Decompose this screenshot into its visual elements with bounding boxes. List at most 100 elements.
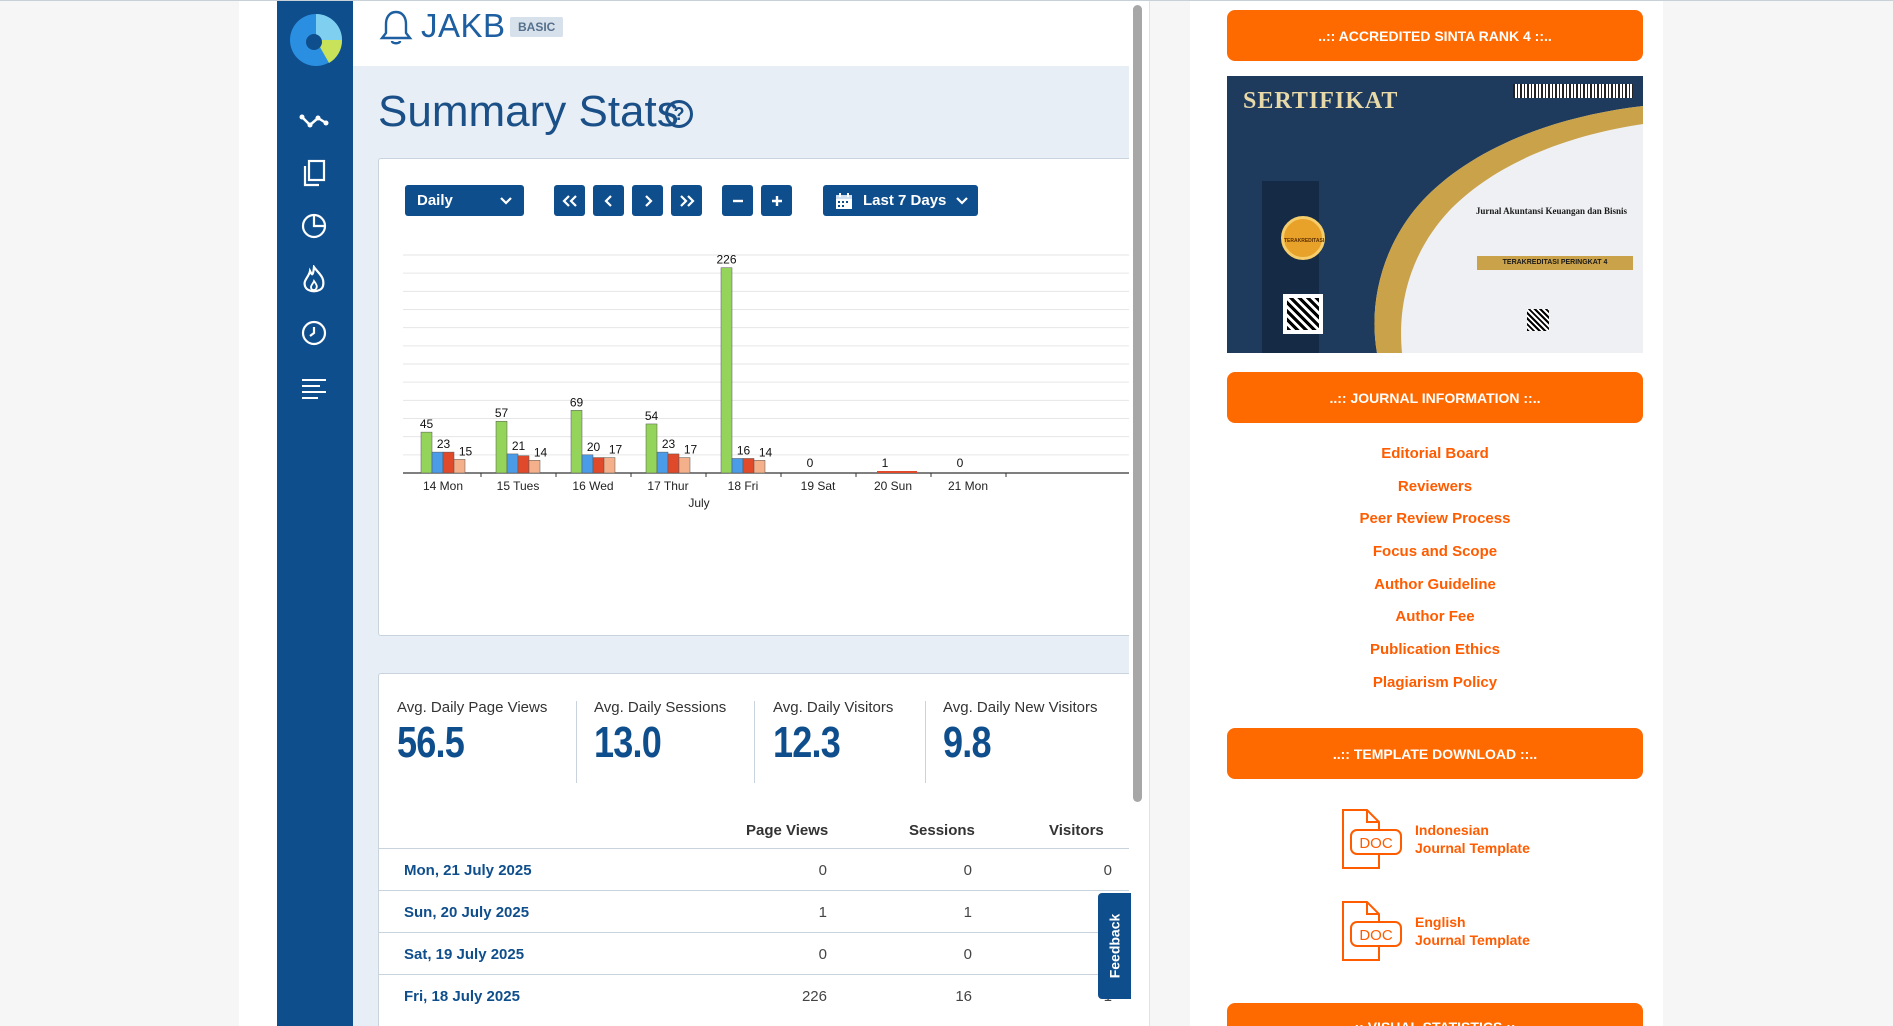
zoom-out-button[interactable]	[722, 185, 753, 216]
menu-lines-icon[interactable]	[297, 371, 331, 405]
minus-icon	[732, 199, 743, 202]
feedback-tab[interactable]: Feedback	[1098, 893, 1131, 999]
x-tick-label: 19 Sat	[801, 479, 836, 493]
chevron-right-icon	[644, 194, 653, 207]
editorial-board-link[interactable]: Editorial Board	[1227, 445, 1643, 462]
x-tick-label: 17 Thur	[647, 479, 688, 493]
fire-icon[interactable]	[297, 263, 331, 297]
period-select-value: Daily	[417, 192, 453, 209]
calendar-icon	[836, 192, 852, 209]
table-row[interactable]: Sat, 19 July 2025 0 0	[379, 932, 1132, 974]
english-template-download[interactable]: DOC English Journal Template	[1337, 900, 1530, 962]
date-range-value: Last 7 Days	[863, 192, 947, 209]
pages-icon[interactable]	[297, 156, 331, 190]
row-page-views: 226	[801, 988, 827, 1005]
accreditation-certificate-image[interactable]: SERTIFIKAT TERAKREDITASI Jurnal Akuntans…	[1227, 76, 1643, 353]
plan-badge: BASIC	[510, 17, 564, 37]
chart-bar	[603, 457, 616, 474]
first-page-button[interactable]	[554, 185, 585, 216]
double-chevron-left-icon	[561, 194, 577, 207]
chart-bar	[495, 420, 508, 474]
widget-scrollbar-thumb[interactable]	[1133, 5, 1142, 802]
stat-label: Avg. Daily Visitors	[773, 699, 894, 716]
column-header-sessions[interactable]: Sessions	[909, 822, 975, 839]
template-label: Journal Template	[1415, 932, 1530, 948]
x-tick-label: 15 Tues	[497, 479, 540, 493]
plagiarism-policy-link[interactable]: Plagiarism Policy	[1227, 674, 1643, 691]
x-tick-label: 14 Mon	[423, 479, 463, 493]
clock-icon[interactable]	[297, 316, 331, 350]
stat-divider	[925, 701, 926, 783]
chart-bar	[442, 451, 455, 474]
row-date: Mon, 21 July 2025	[404, 862, 532, 879]
zoom-in-button[interactable]	[761, 185, 792, 216]
help-icon[interactable]: ?	[665, 100, 693, 128]
table-row[interactable]: Sun, 20 July 2025 1 1	[379, 890, 1132, 932]
journal-information-header: ..:: JOURNAL INFORMATION ::..	[1227, 372, 1643, 423]
column-header-page-views[interactable]: Page Views	[746, 822, 828, 839]
x-tick-label: 20 Sun	[874, 479, 912, 493]
stat-divider	[576, 701, 577, 783]
indonesian-template-download[interactable]: DOC Indonesian Journal Template	[1337, 808, 1530, 870]
page-title: Summary Stats	[378, 87, 679, 136]
x-tick-label: 18 Fri	[728, 479, 759, 493]
chart-bar	[453, 459, 466, 474]
chart-card: Daily Last 7 Days 45 23 15 14 Mon 57 21 14 15 T…	[378, 158, 1132, 636]
row-sessions: 1	[963, 904, 972, 921]
bell-icon[interactable]	[379, 9, 413, 47]
row-sessions: 0	[963, 946, 972, 963]
sinta-rank-header: ..:: ACCREDITED SINTA RANK 4 ::..	[1227, 10, 1643, 61]
reviewers-link[interactable]: Reviewers	[1227, 478, 1643, 495]
chart-bar	[667, 453, 680, 474]
chart-bar	[656, 451, 669, 474]
bar-data-label: 226	[716, 253, 736, 267]
widget-logo-icon[interactable]	[289, 13, 343, 67]
period-select[interactable]: Daily	[405, 185, 524, 216]
x-tick-label: 21 Mon	[948, 479, 988, 493]
peer-review-process-link[interactable]: Peer Review Process	[1227, 510, 1643, 527]
template-label: Journal Template	[1415, 840, 1530, 856]
trend-icon[interactable]	[297, 103, 331, 137]
chevron-down-icon	[956, 196, 969, 205]
stat-divider	[754, 701, 755, 783]
column-header-visitors[interactable]: Visitors	[1049, 822, 1104, 839]
author-fee-link[interactable]: Author Fee	[1227, 608, 1643, 625]
row-date: Fri, 18 July 2025	[404, 988, 520, 1005]
previous-button[interactable]	[593, 185, 624, 216]
focus-and-scope-link[interactable]: Focus and Scope	[1227, 543, 1643, 560]
bar-data-label: 45	[420, 417, 434, 431]
publication-ethics-link[interactable]: Publication Ethics	[1227, 641, 1643, 658]
widget-sidebar	[277, 1, 353, 1026]
certificate-title: SERTIFIKAT	[1243, 88, 1399, 114]
author-guideline-link[interactable]: Author Guideline	[1227, 576, 1643, 593]
pie-chart-icon[interactable]	[297, 208, 331, 242]
bar-data-label: 15	[459, 444, 473, 458]
avg-new-visitors-stat: Avg. Daily New Visitors 9.8	[943, 699, 1098, 787]
doc-icon-label: DOC	[1359, 835, 1393, 852]
doc-icon-label: DOC	[1359, 927, 1393, 944]
chart-bar	[592, 457, 605, 474]
bar-data-label: 21	[512, 439, 526, 453]
table-row[interactable]: Fri, 18 July 2025 226 16 1	[379, 974, 1132, 1016]
chart-bar	[581, 454, 594, 474]
chart-bar	[645, 423, 658, 474]
last-page-button[interactable]	[671, 185, 702, 216]
row-sessions: 0	[963, 862, 972, 879]
certificate-rank: TERAKREDITASI PERINGKAT 4	[1477, 256, 1633, 270]
template-download-header: ..:: TEMPLATE DOWNLOAD ::..	[1227, 728, 1643, 779]
chart-bar	[742, 458, 755, 474]
qr-code-icon	[1283, 294, 1323, 334]
chart-bar	[528, 460, 541, 474]
stat-label: Avg. Daily Page Views	[397, 699, 548, 716]
chart-bar	[431, 451, 444, 474]
bar-data-label: 57	[495, 406, 509, 420]
date-range-select[interactable]: Last 7 Days	[823, 185, 978, 216]
chevron-down-icon	[500, 196, 512, 205]
feedback-label: Feedback	[1106, 913, 1123, 979]
chart-bar	[720, 267, 733, 474]
next-button[interactable]	[632, 185, 663, 216]
x-tick-label: 16 Wed	[572, 479, 613, 493]
chart-bar	[877, 471, 917, 473]
table-row[interactable]: Mon, 21 July 2025 0 0 0	[379, 848, 1132, 890]
small-qr-code-icon	[1527, 309, 1549, 331]
